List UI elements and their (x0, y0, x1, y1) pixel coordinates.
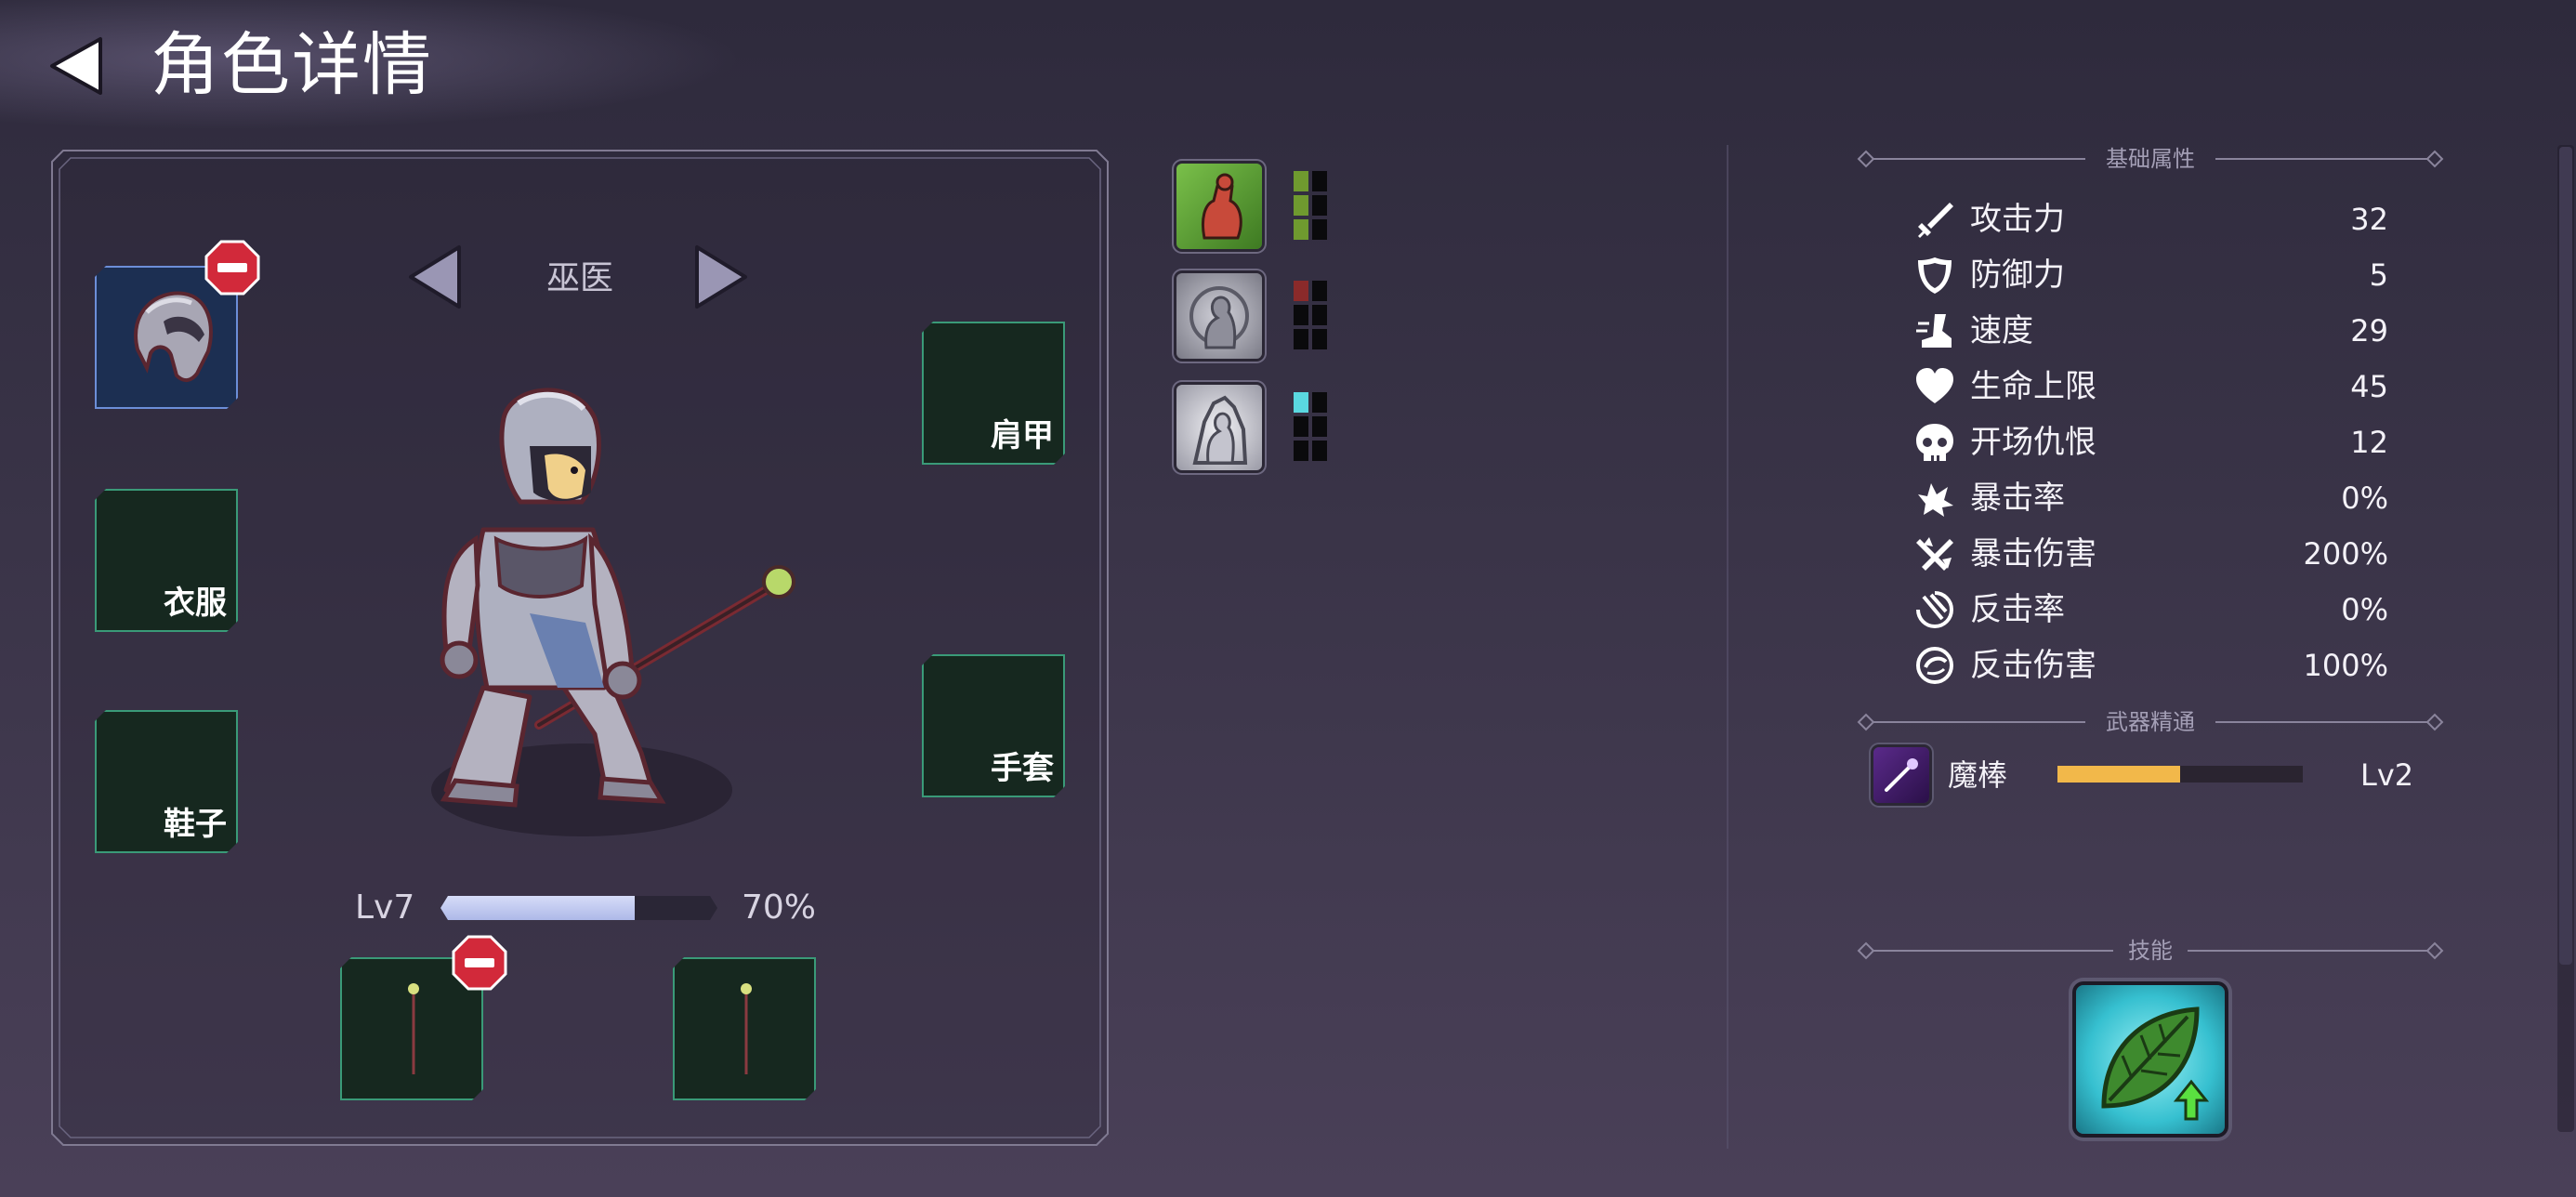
shoulder-slot[interactable]: 肩甲 (922, 322, 1065, 465)
weapon-mastery-header: 武器精通 (1857, 706, 2444, 738)
leaf-upgrade-icon[interactable] (2076, 985, 2225, 1134)
crossed-swords-icon (1916, 537, 1953, 571)
crit-burst-icon (1918, 483, 1953, 517)
column-divider (1727, 145, 1728, 1149)
stat-value: 29 (2350, 313, 2388, 349)
stat-row-max-hp: 生命上限 45 (1914, 362, 2388, 409)
weapon-mastery-level: Lv2 (2360, 757, 2414, 793)
counter-damage-icon (1915, 647, 1954, 685)
stat-row-crit-rate: 暴击率 0% (1914, 474, 2388, 520)
shoes-slot[interactable]: 鞋子 (95, 710, 238, 853)
staff-item-icon (400, 980, 427, 1082)
page-title: 角色详情 (151, 25, 433, 105)
xp-bar-fill (440, 896, 635, 920)
stat-label: 开场仇恨 (1970, 424, 2096, 461)
weapon-mastery-name: 魔棒 (1948, 757, 2008, 793)
stat-row-opening-threat: 开场仇恨 12 (1914, 418, 2388, 465)
stat-value: 5 (2369, 257, 2388, 293)
gloves-slot[interactable]: 手套 (922, 654, 1065, 797)
target-pips (1294, 281, 1327, 349)
clothes-slot[interactable]: 衣服 (95, 489, 238, 632)
stat-row-speed: 速度 29 (1914, 307, 2388, 353)
staff-item-icon (732, 980, 760, 1082)
strength-icon[interactable] (1176, 164, 1262, 249)
stat-value: 12 (2350, 425, 2388, 460)
stat-row-counter-rate: 反击率 0% (1914, 585, 2388, 632)
stat-label: 防御力 (1970, 256, 2065, 294)
remove-weapon-icon[interactable] (452, 935, 507, 991)
boot-speed-icon (1916, 314, 1952, 348)
stat-value: 0% (2341, 592, 2388, 627)
character-name: 巫医 (545, 259, 613, 297)
base-stats-title: 基础属性 (2106, 146, 2195, 172)
stat-value: 0% (2341, 480, 2388, 516)
weapon-mastery-bar-fill (2057, 766, 2180, 783)
skull-icon (1916, 424, 1953, 461)
shoes-slot-label: 鞋子 (164, 806, 227, 843)
clothes-slot-label: 衣服 (164, 585, 227, 622)
stat-label: 速度 (1970, 312, 2033, 349)
gloves-slot-label: 手套 (991, 750, 1054, 787)
xp-bar (440, 896, 717, 920)
spirit-silhouette-icon[interactable] (1176, 385, 1262, 470)
stat-row-counter-damage: 反击伤害 100% (1914, 641, 2388, 688)
stat-value: 200% (2303, 536, 2388, 572)
base-stats-header: 基础属性 (1857, 143, 2444, 175)
counter-icon (1916, 591, 1954, 629)
xp-percent: 70% (742, 888, 817, 927)
stat-label: 暴击率 (1970, 480, 2065, 517)
skills-header: 技能 (1857, 935, 2444, 967)
back-arrow-icon[interactable] (46, 35, 112, 97)
stat-value: 45 (2350, 369, 2388, 404)
weapon-mastery-title: 武器精通 (2106, 709, 2195, 735)
stat-label: 生命上限 (1970, 368, 2096, 405)
next-character-button[interactable] (691, 243, 751, 310)
scrollbar-thumb[interactable] (2559, 147, 2572, 965)
stat-row-crit-damage: 暴击伤害 200% (1914, 530, 2388, 576)
skills-title: 技能 (2128, 938, 2173, 964)
heart-icon (1916, 368, 1953, 403)
stat-value: 100% (2303, 648, 2388, 683)
stat-value: 32 (2350, 202, 2388, 237)
shoulder-slot-label: 肩甲 (991, 417, 1054, 454)
character-sprite (431, 388, 795, 836)
stat-row-attack: 攻击力 32 (1914, 195, 2388, 242)
stat-row-defense: 防御力 5 (1914, 251, 2388, 297)
prev-character-button[interactable] (405, 243, 465, 310)
stat-label: 反击伤害 (1970, 647, 2096, 684)
stat-label: 攻击力 (1970, 201, 2065, 238)
magic-wand-icon (1873, 747, 1929, 803)
remove-helmet-icon[interactable] (204, 240, 260, 296)
spirit-pips (1294, 392, 1327, 461)
offhand-weapon-slot[interactable] (673, 957, 816, 1100)
strength-pips (1294, 171, 1327, 240)
target-silhouette-icon[interactable] (1176, 273, 1262, 359)
stat-label: 暴击伤害 (1970, 535, 2096, 572)
sword-icon (1918, 203, 1953, 238)
weapon-mastery-bar (2057, 766, 2303, 783)
level-label: Lv7 (355, 888, 415, 927)
shield-icon (1918, 257, 1952, 294)
stat-label: 反击率 (1970, 591, 2065, 628)
helmet-item-icon (119, 284, 221, 390)
